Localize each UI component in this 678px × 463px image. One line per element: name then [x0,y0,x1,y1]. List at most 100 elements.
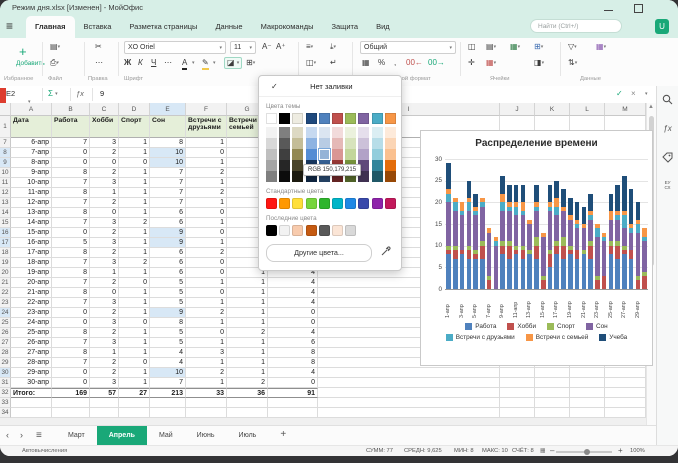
value-cell[interactable]: 2 [90,308,119,318]
tint-color-swatch[interactable] [292,160,303,171]
row-header-27[interactable]: 27 [0,338,11,348]
valign-button[interactable]: ⤓▾ [330,42,336,52]
tint-color-swatch[interactable] [372,160,383,171]
row-header-17[interactable]: 17 [0,238,11,248]
theme-color-swatch[interactable] [306,113,317,124]
date-cell[interactable]: 19-апр [11,268,52,278]
zoom-slider-handle[interactable] [584,449,590,455]
tint-color-swatch[interactable] [385,138,396,149]
borders-button[interactable]: ⊞▾ [246,58,255,68]
value-cell[interactable]: 1 [186,338,227,348]
row-header-21[interactable]: 21 [0,278,11,288]
tint-color-swatch[interactable] [279,160,290,171]
tint-color-swatch[interactable] [385,160,396,171]
standard-color-swatch[interactable] [345,198,356,209]
value-cell[interactable]: 1 [227,338,268,348]
value-cell[interactable]: 1 [90,268,119,278]
value-cell[interactable]: 1 [119,308,150,318]
value-cell[interactable]: 1 [227,348,268,358]
row-header-11[interactable]: 11 [0,178,11,188]
autocalc-label[interactable]: Автовычисления [22,448,67,454]
date-cell[interactable]: 16-апр [11,238,52,248]
empty-cell[interactable] [52,408,90,418]
standard-color-swatch[interactable] [332,198,343,209]
value-cell[interactable]: 1 [90,348,119,358]
value-cell[interactable]: 0 [186,268,227,278]
empty-cell[interactable] [186,408,227,418]
fill-color-button[interactable]: ◪ ▾ [224,57,242,69]
value-cell[interactable]: 2 [90,358,119,368]
tint-color-swatch-hovered[interactable] [319,149,330,160]
value-cell[interactable]: 0 [52,148,90,158]
value-cell[interactable]: 4 [268,288,318,298]
column-header-F[interactable]: F [186,103,227,116]
value-cell[interactable]: 1 [119,368,150,378]
date-cell[interactable]: 20-апр [11,278,52,288]
empty-cell[interactable] [605,368,646,378]
minimize-button[interactable] [604,4,613,11]
sheet-tab-Июль[interactable]: Июль [226,426,268,446]
no-fill-option[interactable]: ✓ Нет заливки [259,76,401,97]
value-cell[interactable]: 7 [150,188,186,198]
tint-color-swatch[interactable] [292,171,303,182]
date-cell[interactable]: 12-апр [11,198,52,208]
empty-cell[interactable] [535,398,570,408]
standard-color-swatch[interactable] [306,198,317,209]
hamburger-menu-icon[interactable]: ≡ [6,19,13,33]
value-cell[interactable]: 1 [186,178,227,188]
menu-tab-Защита[interactable]: Защита [322,16,367,38]
value-cell[interactable]: 7 [52,138,90,148]
date-cell[interactable]: 27-апр [11,348,52,358]
decrease-decimal-button[interactable]: 00← [406,58,423,68]
date-cell[interactable]: 14-апр [11,218,52,228]
empty-cell[interactable] [570,368,605,378]
empty-cell[interactable] [500,388,535,398]
row-header-16[interactable]: 16 [0,228,11,238]
column-header-M[interactable]: M [605,103,646,116]
empty-cell[interactable] [500,378,535,388]
value-cell[interactable]: 9 [150,308,186,318]
value-cell[interactable]: 6 [150,208,186,218]
value-cell[interactable]: 2 [186,308,227,318]
date-cell[interactable]: 30-апр [11,378,52,388]
value-cell[interactable]: 0 [119,278,150,288]
underline-button[interactable]: Ч [151,58,156,68]
search-icon[interactable] [661,94,674,107]
theme-color-swatch[interactable] [345,113,356,124]
recent-color-swatch[interactable] [319,225,330,236]
sheet-tab-Июнь[interactable]: Июнь [185,426,227,446]
value-cell[interactable]: 2 [90,248,119,258]
column-header-C[interactable]: C [90,103,119,116]
comma-format-button[interactable]: , [394,58,396,68]
tint-color-swatch[interactable] [266,171,277,182]
value-cell[interactable]: 2 [227,328,268,338]
value-cell[interactable]: 3 [90,318,119,328]
date-cell[interactable]: 23-апр [11,308,52,318]
menu-tab-Главная[interactable]: Главная [26,16,75,38]
menu-tab-Разметка страницы[interactable]: Разметка страницы [120,16,206,38]
value-cell[interactable]: 0 [268,308,318,318]
date-cell[interactable]: 18-апр [11,258,52,268]
value-cell[interactable]: 1 [119,198,150,208]
value-cell[interactable]: 2 [227,378,268,388]
value-cell[interactable]: 4 [268,298,318,308]
date-cell[interactable]: 13-апр [11,208,52,218]
value-cell[interactable]: 1 [119,208,150,218]
value-cell[interactable]: 4 [150,348,186,358]
value-cell[interactable]: 2 [186,368,227,378]
value-cell[interactable]: 3 [90,238,119,248]
row-header-10[interactable]: 10 [0,168,11,178]
totals-value-cell[interactable]: 36 [227,388,268,398]
menu-tab-Макрокоманды[interactable]: Макрокоманды [252,16,323,38]
empty-cell[interactable] [570,388,605,398]
insert-rows-button[interactable]: ▤▾ [486,42,496,52]
value-cell[interactable]: 1 [186,198,227,208]
macros-icon[interactable]: ЕУСХ [661,180,674,193]
tint-color-swatch[interactable] [306,149,317,160]
empty-cell[interactable] [52,398,90,408]
empty-cell[interactable] [268,398,318,408]
value-cell[interactable]: 7 [150,168,186,178]
value-cell[interactable]: 0 [52,368,90,378]
empty-cell[interactable] [570,378,605,388]
date-cell[interactable]: 26-апр [11,338,52,348]
